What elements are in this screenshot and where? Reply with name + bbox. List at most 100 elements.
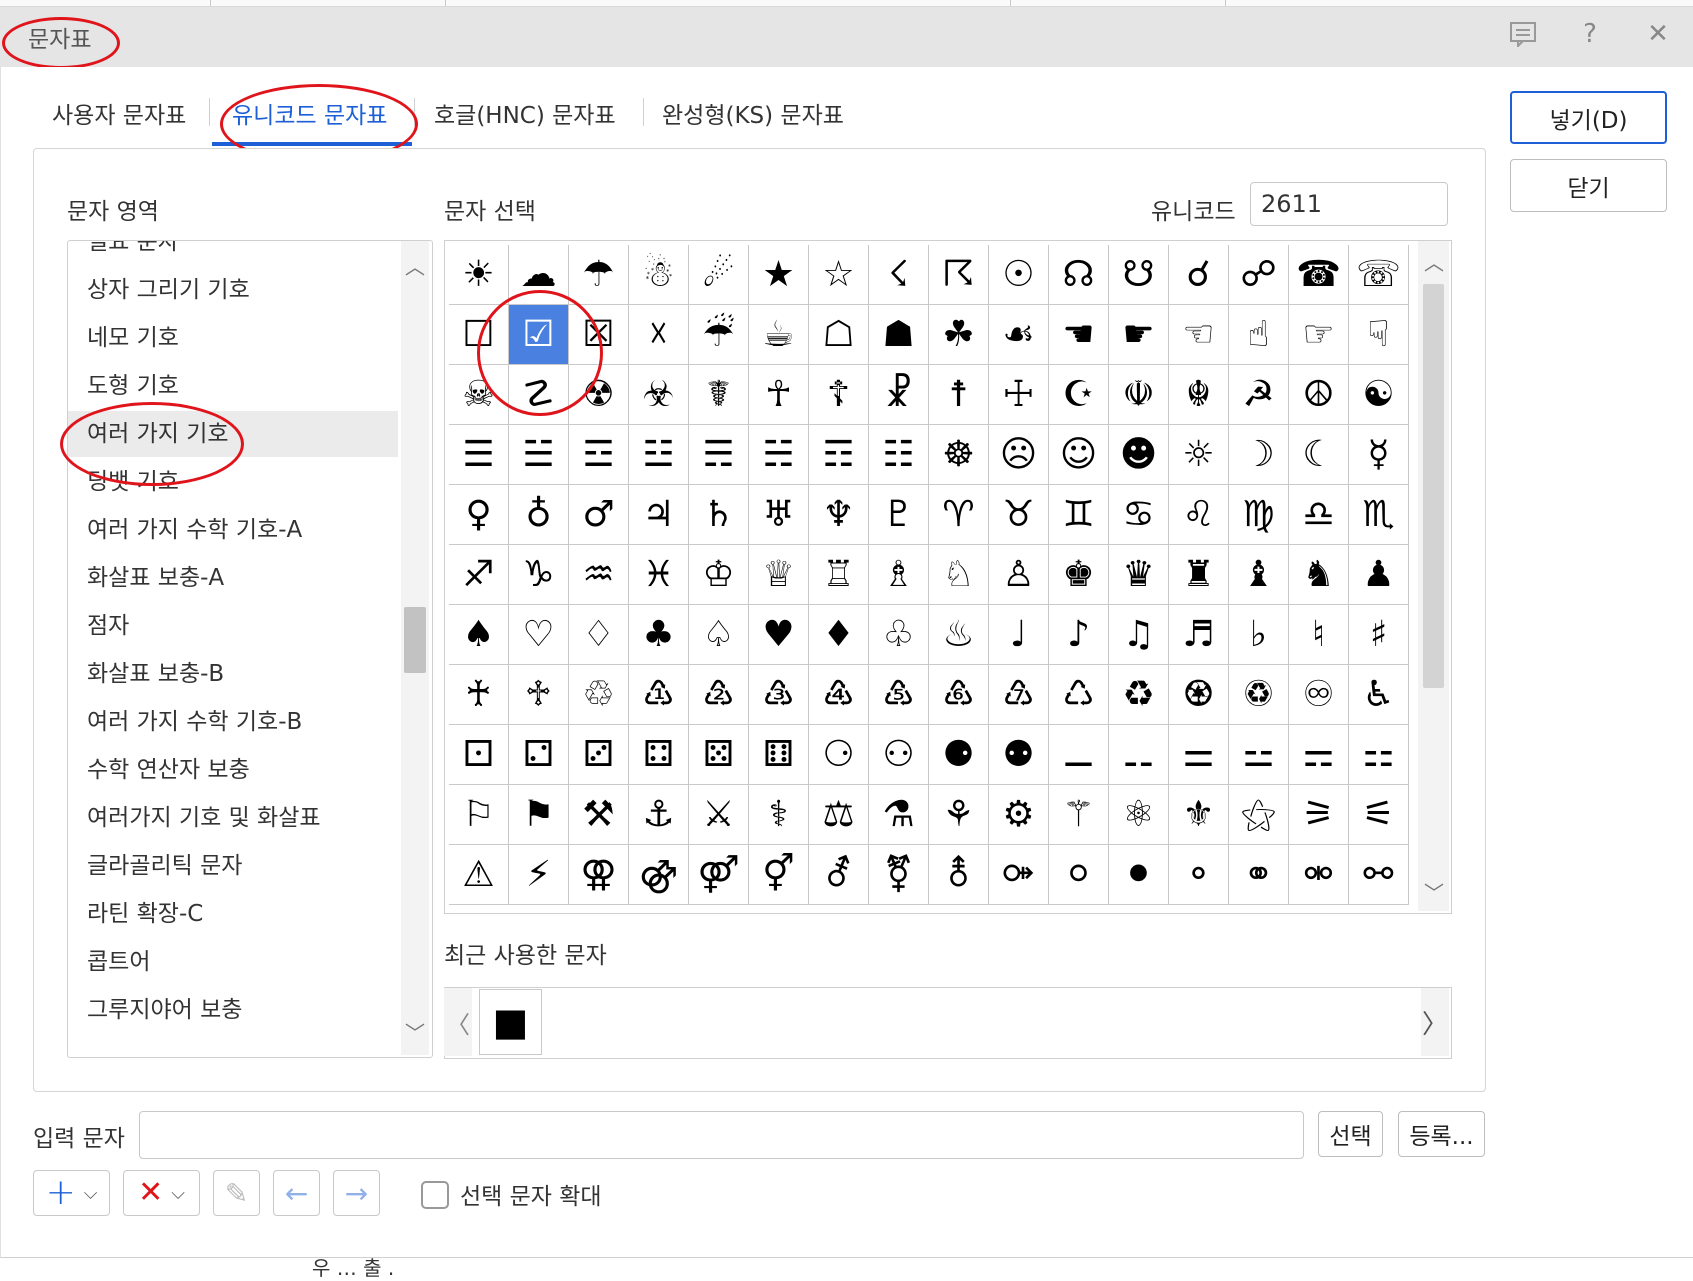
char-cell[interactable]: ⚪ [1049, 845, 1109, 905]
tab-ks-charmap[interactable]: 완성형(KS) 문자표 [662, 96, 844, 130]
char-cell[interactable]: ☂ [569, 245, 629, 305]
char-cell[interactable]: ♒ [569, 545, 629, 605]
char-cell[interactable]: ⚁ [509, 725, 569, 785]
register-button[interactable]: 등록... [1398, 1111, 1485, 1157]
char-cell[interactable]: ☝ [1229, 305, 1289, 365]
char-cell[interactable]: ☲ [569, 425, 629, 485]
close-button[interactable]: 닫기 [1510, 159, 1667, 212]
char-cell[interactable]: ⚃ [629, 725, 689, 785]
enlarge-checkbox[interactable] [421, 1181, 449, 1209]
enlarge-label[interactable]: 선택 문자 확대 [460, 1177, 602, 1211]
close-icon[interactable]: ✕ [1638, 14, 1678, 54]
char-cell[interactable]: ⚛ [1109, 785, 1169, 845]
range-item[interactable]: 여러 가지 수학 기호-B [68, 699, 398, 745]
scroll-up-icon[interactable]: ︿ [401, 251, 429, 280]
char-cell[interactable]: ♽ [1229, 665, 1289, 725]
char-cell[interactable]: ⚠ [449, 845, 509, 905]
char-cell[interactable]: ☨ [929, 365, 989, 425]
range-item[interactable]: 라틴 확장-C [68, 891, 398, 937]
edit-button[interactable]: ✎ [213, 1170, 260, 1216]
char-cell[interactable]: ♻ [1109, 665, 1169, 725]
char-cell[interactable]: ☜ [1169, 305, 1229, 365]
char-cell[interactable]: ☛ [1109, 305, 1169, 365]
char-cell[interactable]: ♷ [869, 665, 929, 725]
char-cell[interactable]: ☣ [629, 365, 689, 425]
char-cell[interactable]: ⚑ [509, 785, 569, 845]
tab-user-charmap[interactable]: 사용자 문자표 [52, 96, 186, 130]
char-cell[interactable]: ⚄ [689, 725, 749, 785]
char-cell[interactable]: ⚦ [809, 845, 869, 905]
char-cell[interactable]: ♖ [809, 545, 869, 605]
char-cell[interactable]: ☘ [929, 305, 989, 365]
char-cell[interactable]: ⚋ [1109, 725, 1169, 785]
char-cell[interactable]: ☍ [1229, 245, 1289, 305]
comment-icon[interactable] [1503, 14, 1543, 54]
char-cell[interactable]: ⚮ [1289, 845, 1349, 905]
add-button[interactable]: + ⌵ [33, 1170, 110, 1216]
char-cell[interactable]: ⚥ [749, 845, 809, 905]
char-cell[interactable]: ⚙ [989, 785, 1049, 845]
char-cell[interactable]: ⚒ [569, 785, 629, 845]
char-cell[interactable]: ♓ [629, 545, 689, 605]
char-cell[interactable]: ☏ [1349, 245, 1409, 305]
char-cell[interactable]: ♜ [1169, 545, 1229, 605]
scroll-down-icon[interactable]: ﹀ [1420, 877, 1448, 906]
char-cell[interactable]: ☬ [1169, 365, 1229, 425]
char-cell[interactable]: ⚖ [809, 785, 869, 845]
char-cell[interactable]: ♠ [449, 605, 509, 665]
char-cell[interactable]: ⚉ [989, 725, 1049, 785]
char-cell[interactable]: ♲ [569, 665, 629, 725]
char-cell[interactable]: ☫ [1109, 365, 1169, 425]
char-cell[interactable]: ☆ [809, 245, 869, 305]
char-cell[interactable]: ♇ [869, 485, 929, 545]
char-cell[interactable]: ☧ [869, 365, 929, 425]
char-cell[interactable]: ☞ [1289, 305, 1349, 365]
char-cell[interactable]: ⚡ [509, 845, 569, 905]
grid-scroll-thumb[interactable] [1423, 284, 1444, 688]
char-cell[interactable]: ♌ [1169, 485, 1229, 545]
char-cell[interactable]: ♢ [569, 605, 629, 665]
char-cell[interactable]: ⚀ [449, 725, 509, 785]
char-cell[interactable]: ⚟ [1349, 785, 1409, 845]
char-cell[interactable]: ★ [749, 245, 809, 305]
char-cell[interactable]: ♉ [989, 485, 1049, 545]
char-cell[interactable]: ☓ [629, 305, 689, 365]
char-cell[interactable]: ⚯ [1349, 845, 1409, 905]
char-cell[interactable]: ☊ [1049, 245, 1109, 305]
char-cell[interactable]: ♐ [449, 545, 509, 605]
char-cell[interactable]: ♯ [1349, 605, 1409, 665]
char-cell[interactable]: ☺ [1049, 425, 1109, 485]
char-cell[interactable]: ☄ [689, 245, 749, 305]
range-item[interactable]: 화살표 보충-B [68, 651, 398, 697]
char-cell[interactable]: ⚢ [569, 845, 629, 905]
range-item[interactable]: 여러 가지 수학 기호-A [68, 507, 398, 553]
char-cell[interactable]: ☰ [449, 425, 509, 485]
remove-button[interactable]: ✕ ⌵ [123, 1170, 200, 1216]
char-cell[interactable]: ⚏ [1349, 725, 1409, 785]
range-item[interactable]: 도형 기호 [68, 363, 398, 409]
char-cell[interactable]: ⚬ [1169, 845, 1229, 905]
char-cell[interactable]: ⚊ [1049, 725, 1109, 785]
char-cell[interactable]: ☎ [1289, 245, 1349, 305]
range-item[interactable]: 글라골리틱 문자 [68, 843, 398, 889]
char-cell[interactable]: ♿ [1349, 665, 1409, 725]
char-cell[interactable]: ⚩ [989, 845, 1049, 905]
scroll-up-icon[interactable]: ︿ [1420, 247, 1448, 276]
range-item[interactable]: 그루지야어 보충 [68, 987, 398, 1033]
char-cell[interactable]: ⚚ [1049, 785, 1109, 845]
char-cell[interactable]: ♁ [509, 485, 569, 545]
char-cell[interactable]: ♊ [1049, 485, 1109, 545]
recent-prev-icon[interactable]: 〈 [444, 988, 472, 1056]
char-cell[interactable]: ⚌ [1169, 725, 1229, 785]
char-cell[interactable]: ♦ [809, 605, 869, 665]
char-cell[interactable]: ☿ [1349, 425, 1409, 485]
range-item[interactable]: 네모 기호 [68, 315, 398, 361]
char-cell[interactable]: ♮ [1289, 605, 1349, 665]
char-cell[interactable]: ☙ [989, 305, 1049, 365]
char-cell[interactable]: ⚐ [449, 785, 509, 845]
char-cell[interactable]: ♑ [509, 545, 569, 605]
char-cell[interactable]: ☉ [989, 245, 1049, 305]
char-cell[interactable]: ☷ [869, 425, 929, 485]
char-cell[interactable]: ☻ [1109, 425, 1169, 485]
char-cell[interactable]: ☴ [689, 425, 749, 485]
